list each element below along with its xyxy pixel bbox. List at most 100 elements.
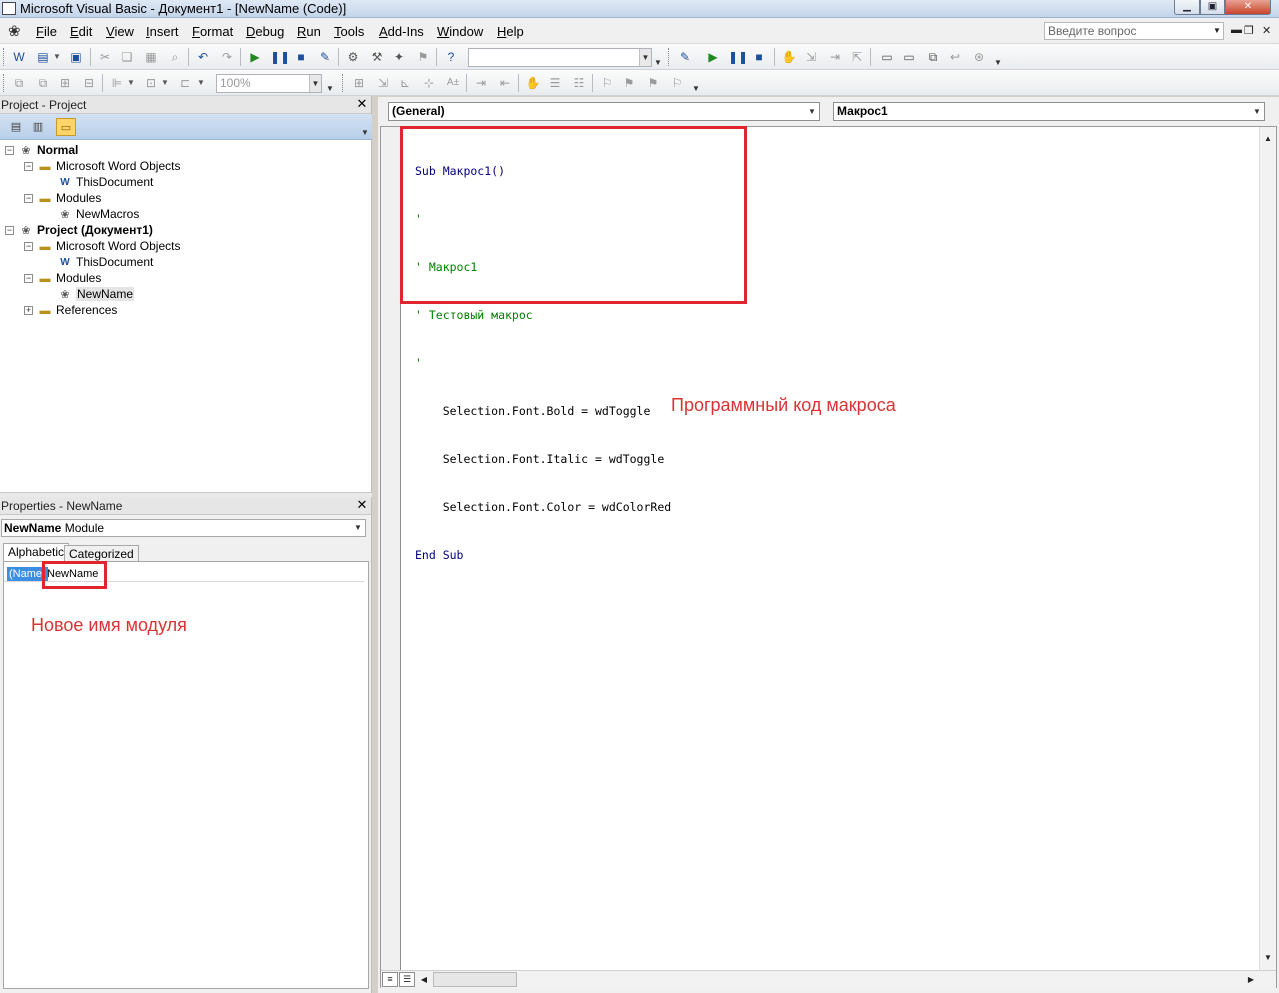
quick-info-icon[interactable]: ⊾ [396, 74, 414, 92]
toolbar-grip[interactable] [3, 48, 6, 66]
break-icon[interactable]: ❚❚ [270, 48, 290, 66]
close-button[interactable]: ✕ [1225, 0, 1271, 15]
toolbar-options-icon[interactable]: ▼ [326, 84, 334, 93]
uncomment-block-icon[interactable]: ☷ [570, 74, 588, 92]
tree-node-references[interactable]: + ▬ References [24, 303, 117, 319]
break-icon[interactable]: ❚❚ [728, 48, 748, 66]
toolbox-icon[interactable]: ⚑ [414, 48, 432, 66]
menu-help[interactable]: Help [497, 24, 524, 39]
center-icon[interactable]: ⊡ [142, 74, 160, 92]
undo-icon[interactable]: ↶ [194, 48, 212, 66]
collapse-icon[interactable]: − [5, 226, 14, 236]
step-into-icon[interactable]: ⇲ [802, 48, 820, 66]
tree-node-thisdocument[interactable]: W ThisDocument [57, 175, 153, 191]
collapse-icon[interactable]: − [24, 274, 33, 284]
scroll-thumb[interactable] [433, 972, 517, 987]
toolbar-grip[interactable] [668, 48, 671, 66]
full-module-view-icon[interactable]: ☰ [399, 972, 415, 987]
insert-userform-icon[interactable]: ▤ [34, 48, 52, 66]
mdi-restore-icon[interactable]: ❐ [1244, 24, 1254, 37]
toolbar-grip[interactable] [3, 74, 6, 92]
horizontal-scrollbar[interactable]: ≡ ☰ ◀ ▶ [381, 970, 1276, 988]
toolbar-options-icon[interactable]: ▼ [692, 84, 700, 93]
tree-node-newname[interactable]: ❀ NewName [57, 287, 135, 303]
run-icon[interactable]: ▶ [704, 48, 722, 66]
maximize-button[interactable]: ▣ [1200, 0, 1225, 15]
tree-node-thisdocument[interactable]: W ThisDocument [57, 255, 153, 271]
send-to-back-icon[interactable]: ⧉ [34, 74, 52, 92]
expand-icon[interactable]: + [24, 306, 33, 316]
zoom-combo[interactable]: 100% ▼ [216, 74, 322, 93]
comment-block-icon[interactable]: ☰ [546, 74, 564, 92]
close-icon[interactable]: ✕ [355, 498, 369, 512]
toggle-breakpoint-icon[interactable]: ✋ [524, 74, 542, 92]
properties-window-icon[interactable]: ⚒ [368, 48, 386, 66]
menu-tools[interactable]: Tools [334, 24, 364, 39]
copy-icon[interactable]: ❏ [118, 48, 136, 66]
help-icon[interactable]: ? [442, 48, 460, 66]
vertical-scrollbar[interactable]: ▲ ▼ [1259, 127, 1276, 970]
list-constants-icon[interactable]: ⇲ [374, 74, 392, 92]
chevron-down-icon[interactable]: ▼ [805, 103, 819, 120]
clear-bookmarks-icon[interactable]: ⚐ [668, 74, 686, 92]
design-mode-icon[interactable]: ✎ [676, 48, 694, 66]
position-combo[interactable]: ▼ [468, 48, 652, 67]
help-search-input[interactable]: Введите вопрос ▼ [1044, 22, 1224, 40]
watch-window-icon[interactable]: ⧉ [924, 48, 942, 66]
menu-debug[interactable]: Debug [246, 24, 284, 39]
chevron-down-icon[interactable]: ▼ [1250, 103, 1264, 120]
menu-format[interactable]: Format [192, 24, 233, 39]
reset-icon[interactable]: ■ [292, 48, 310, 66]
tree-node-word-objects[interactable]: − ▬ Microsoft Word Objects [24, 239, 180, 255]
tree-node-modules[interactable]: − ▬ Modules [24, 191, 101, 207]
menu-edit[interactable]: Edit [70, 24, 92, 39]
scroll-down-icon[interactable]: ▼ [1260, 950, 1276, 966]
close-icon[interactable]: ✕ [355, 97, 369, 111]
tree-node-newmacros[interactable]: ❀ NewMacros [57, 207, 139, 223]
object-browser-icon[interactable]: ✦ [390, 48, 408, 66]
collapse-icon[interactable]: − [5, 146, 14, 156]
group-icon[interactable]: ⊞ [56, 74, 74, 92]
tree-node-modules[interactable]: − ▬ Modules [24, 271, 101, 287]
edit-properties-icon[interactable]: ⊞ [350, 74, 368, 92]
mdi-close-icon[interactable]: ✕ [1262, 24, 1271, 37]
call-stack-icon[interactable]: ⊛ [970, 48, 988, 66]
tree-node-project[interactable]: − ❀ Project (Документ1) [5, 223, 153, 239]
menu-addins[interactable]: Add-Ins [379, 24, 424, 39]
minimize-button[interactable]: ▁ [1174, 0, 1200, 15]
view-object-icon[interactable]: ▥ [28, 118, 48, 136]
bring-to-front-icon[interactable]: ⧉ [10, 74, 28, 92]
object-combo[interactable]: (General) ▼ [388, 102, 820, 121]
chevron-down-icon[interactable]: ▼ [52, 48, 62, 66]
toggle-folders-icon[interactable]: ▭ [56, 118, 76, 136]
vba-app-icon[interactable]: ❀ [8, 22, 21, 40]
ungroup-icon[interactable]: ⊟ [80, 74, 98, 92]
locals-window-icon[interactable]: ▭ [878, 48, 896, 66]
menu-view[interactable]: View [106, 24, 134, 39]
scroll-left-icon[interactable]: ◀ [417, 972, 431, 988]
immediate-window-icon[interactable]: ▭ [900, 48, 918, 66]
find-icon[interactable]: ⌕ [166, 48, 184, 66]
menu-run[interactable]: Run [297, 24, 321, 39]
reset-icon[interactable]: ■ [750, 48, 768, 66]
toggle-breakpoint-icon[interactable]: ✋ [780, 48, 798, 66]
word-icon[interactable]: W [10, 48, 28, 66]
toolbar-options-icon[interactable]: ▼ [361, 128, 369, 137]
chevron-down-icon[interactable]: ▼ [160, 74, 170, 92]
step-out-icon[interactable]: ⇱ [848, 48, 866, 66]
parameter-info-icon[interactable]: ⊹ [420, 74, 438, 92]
mdi-minimize-icon[interactable]: ▬ [1231, 24, 1242, 36]
design-mode-icon[interactable]: ✎ [316, 48, 334, 66]
outdent-icon[interactable]: ⇤ [496, 74, 514, 92]
menu-file[interactable]: File [36, 24, 57, 39]
toggle-bookmark-icon[interactable]: ⚐ [598, 74, 616, 92]
toolbar-options-icon[interactable]: ▼ [994, 58, 1002, 67]
view-code-icon[interactable]: ▤ [6, 118, 26, 136]
paste-icon[interactable]: ▦ [142, 48, 160, 66]
indent-icon[interactable]: ⇥ [472, 74, 490, 92]
tab-alphabetic[interactable]: Alphabetic [3, 543, 70, 561]
object-select[interactable]: NewName Module ▼ [1, 519, 366, 537]
run-icon[interactable]: ▶ [246, 48, 264, 66]
collapse-icon[interactable]: − [24, 194, 33, 204]
chevron-down-icon[interactable]: ▼ [351, 520, 365, 536]
